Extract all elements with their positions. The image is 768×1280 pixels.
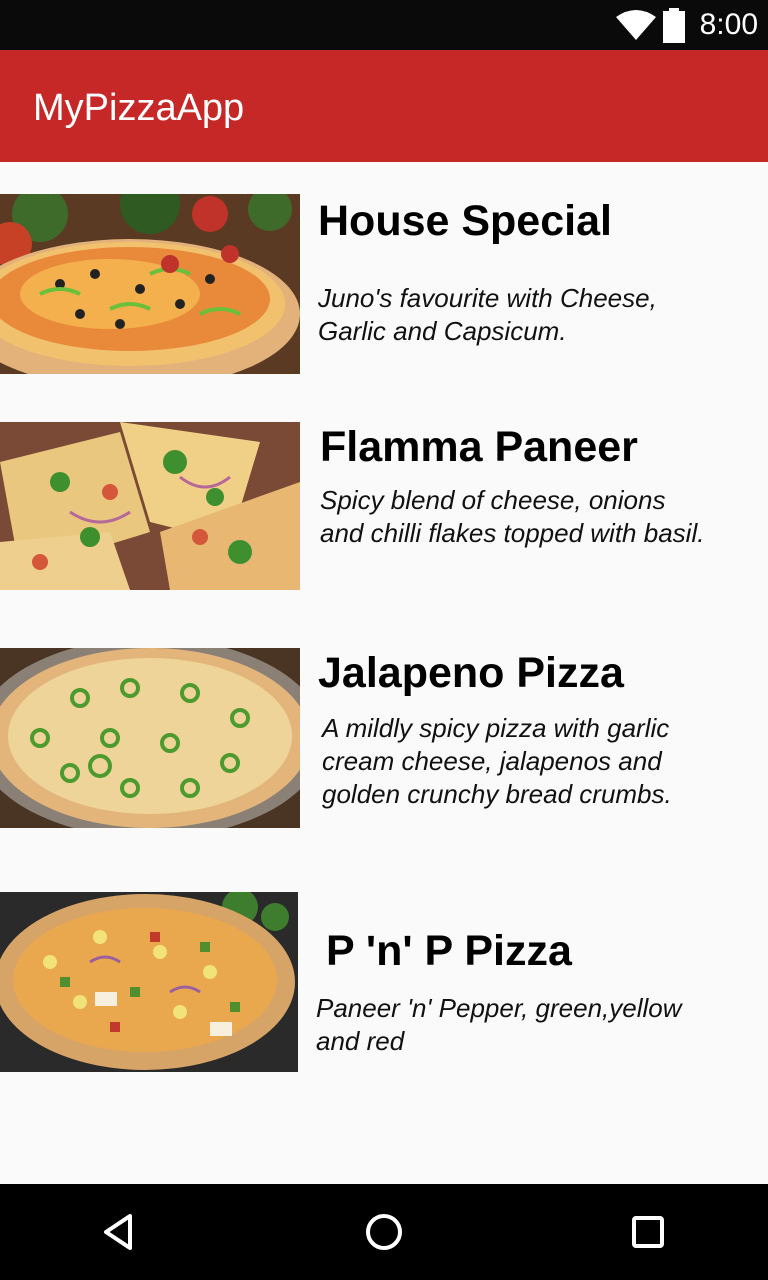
app-title: MyPizzaApp bbox=[33, 87, 245, 129]
pizza-description: Juno's favourite with Cheese, Garlic and… bbox=[318, 283, 657, 346]
pizza-list-item[interactable]: House Special Juno's favourite with Chee… bbox=[0, 194, 768, 374]
navigation-bar bbox=[0, 1184, 768, 1280]
pizza-list-item[interactable]: P 'n' P Pizza Paneer 'n' Pepper, green,y… bbox=[0, 892, 768, 1072]
pizza-image bbox=[0, 194, 300, 374]
pizza-name: Jalapeno Pizza bbox=[318, 649, 624, 697]
pizza-name: P 'n' P Pizza bbox=[326, 927, 572, 975]
pizza-name: House Special bbox=[318, 197, 612, 245]
battery-icon bbox=[663, 8, 685, 43]
pizza-description: Spicy blend of cheese, onions and chilli… bbox=[320, 485, 705, 548]
wifi-icon bbox=[616, 10, 656, 40]
app-bar: MyPizzaApp bbox=[0, 50, 768, 162]
pizza-image bbox=[0, 648, 300, 828]
pizza-image bbox=[0, 892, 298, 1072]
pizza-image bbox=[0, 422, 300, 590]
pizza-list-item[interactable]: Jalapeno Pizza A mildly spicy pizza with… bbox=[0, 648, 768, 828]
status-time: 8:00 bbox=[699, 8, 758, 41]
pizza-description: Paneer 'n' Pepper, green,yellow and red bbox=[316, 993, 682, 1056]
pizza-list-item[interactable]: Flamma Paneer Spicy blend of cheese, oni… bbox=[0, 422, 768, 590]
status-bar: 8:00 bbox=[0, 0, 768, 50]
home-icon[interactable] bbox=[360, 1208, 408, 1256]
recents-icon[interactable] bbox=[624, 1208, 672, 1256]
pizza-name: Flamma Paneer bbox=[320, 423, 638, 471]
pizza-description: A mildly spicy pizza with garlic cream c… bbox=[322, 713, 672, 809]
back-icon[interactable] bbox=[96, 1208, 144, 1256]
